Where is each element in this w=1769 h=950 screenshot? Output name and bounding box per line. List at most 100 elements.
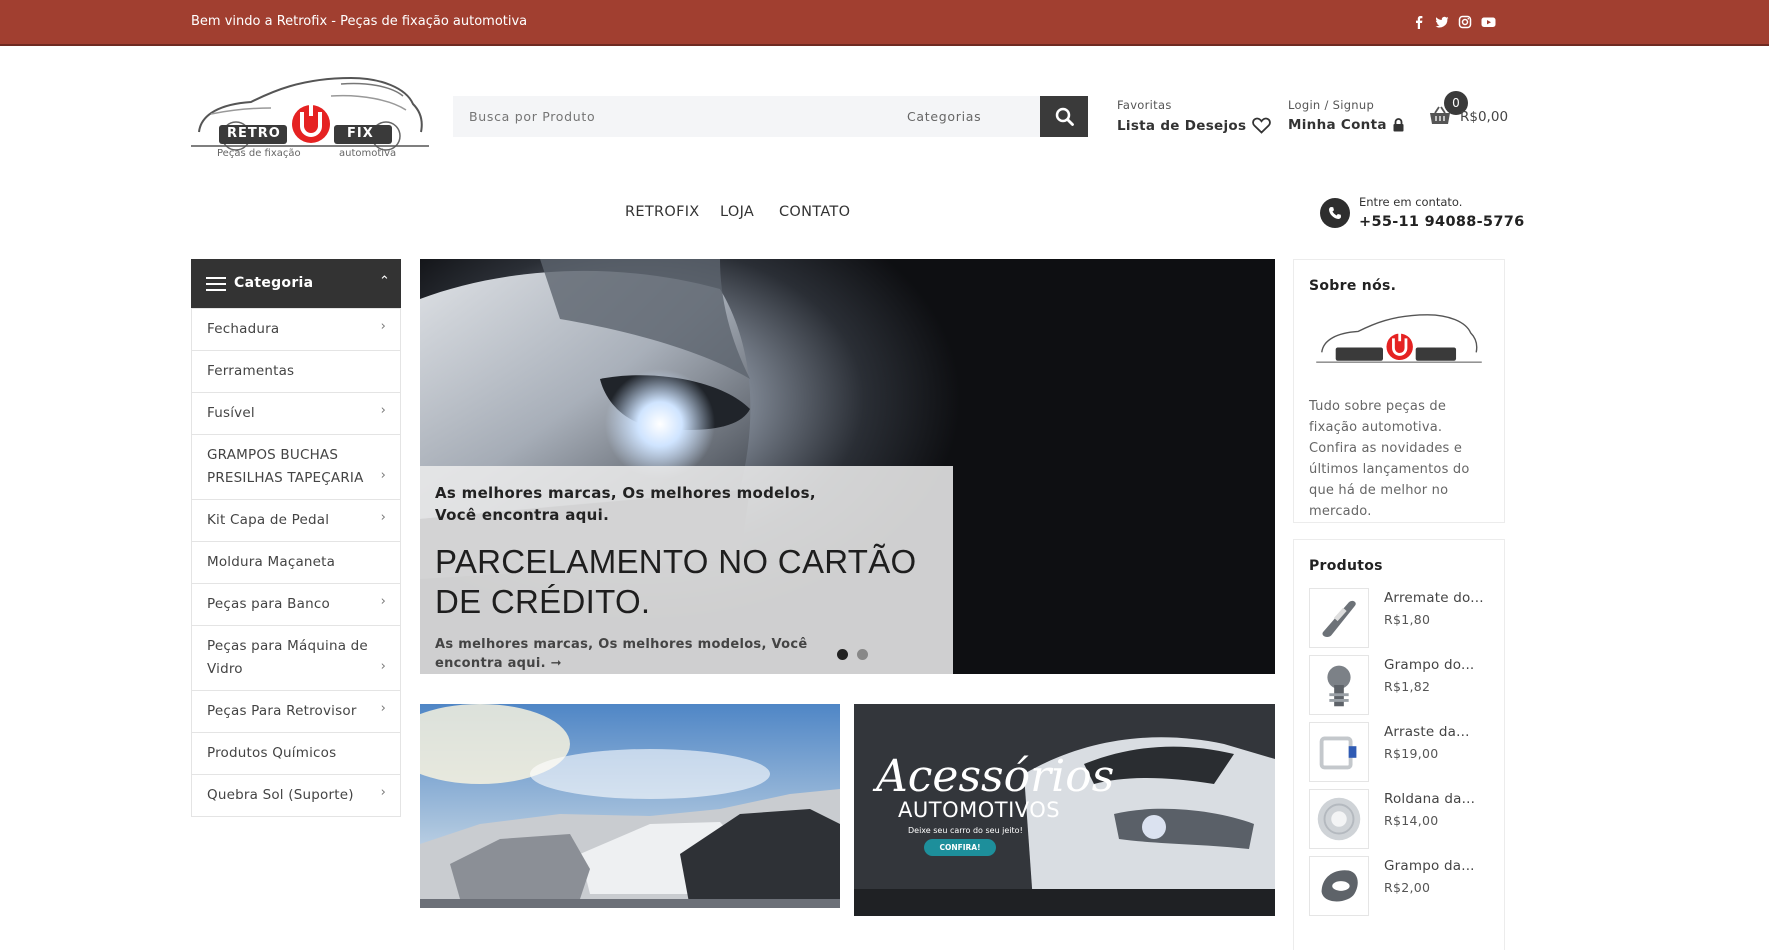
chevron-right-icon: › — [380, 510, 386, 525]
product-thumbnail[interactable] — [1309, 856, 1369, 916]
category-item-label: Produtos Químicos — [207, 745, 337, 761]
category-item[interactable]: Kit Capa de Pedal › — [192, 499, 400, 541]
category-item[interactable]: Peças Para Retrovisor › — [192, 690, 400, 732]
nav-item-loja[interactable]: LOJA — [720, 204, 754, 220]
banner2-title: AUTOMOTIVOS — [898, 798, 1061, 822]
category-item-label: GRAMPOS BUCHAS PRESILHAS TAPEÇARIA — [207, 447, 364, 486]
product-price: R$1,82 — [1384, 679, 1431, 694]
nav-item-contato[interactable]: CONTATO — [779, 204, 850, 220]
chevron-right-icon: › — [380, 468, 386, 483]
category-item[interactable]: Produtos Químicos — [192, 732, 400, 774]
product-thumbnail[interactable] — [1309, 655, 1369, 715]
slider-dot-1[interactable] — [837, 649, 848, 660]
logo-text-fix: FIX — [347, 126, 374, 141]
category-item-label: Quebra Sol (Suporte) — [207, 787, 354, 803]
category-title: Categoria — [234, 275, 314, 291]
category-item-label: Peças para Banco — [207, 596, 330, 612]
category-item-label: Fechadura — [207, 321, 280, 337]
product-price: R$1,80 — [1384, 612, 1431, 627]
hero-subtitle: As melhores marcas, Os melhores modelos,… — [435, 484, 816, 524]
site-logo[interactable]: RETRO FIX Peças de fixação automotiva — [191, 74, 429, 166]
about-widget: Sobre nós. Tudo sobre peças de fixação a… — [1293, 259, 1505, 523]
account-small-label: Login / Signup — [1288, 98, 1375, 112]
banner2-script: Acessórios — [876, 751, 1115, 802]
product-thumbnail[interactable] — [1309, 789, 1369, 849]
menu-icon — [206, 277, 226, 291]
product-name[interactable]: Grampo do... — [1384, 657, 1474, 673]
chevron-right-icon: › — [380, 785, 386, 800]
chevron-up-icon: ⌃ — [379, 274, 390, 289]
heart-icon — [1252, 117, 1272, 134]
wishlist-label: Lista de Desejos — [1117, 117, 1247, 134]
about-title: Sobre nós. — [1309, 278, 1397, 294]
slider-dot-2[interactable] — [857, 649, 868, 660]
category-item-label: Kit Capa de Pedal — [207, 512, 330, 528]
wishlist-small-label: Favoritas — [1117, 98, 1172, 112]
logo-tagline-right: automotiva — [339, 148, 397, 159]
product-thumbnail[interactable] — [1309, 588, 1369, 648]
category-item-label: Peças Para Retrovisor — [207, 703, 357, 719]
account-label: Minha Conta — [1288, 117, 1387, 133]
product-name[interactable]: Roldana da... — [1384, 791, 1475, 807]
products-widget: Produtos Arremate do... R$1,80 Grampo do..… — [1293, 539, 1505, 950]
product-price: R$19,00 — [1384, 746, 1439, 761]
product-name[interactable]: Arraste da... — [1384, 724, 1470, 740]
product-price: R$14,00 — [1384, 813, 1439, 828]
nav-item-retrofix[interactable]: RETROFIX — [625, 204, 700, 220]
top-bar: Bem vindo a Retrofix - Peças de fixação … — [0, 0, 1769, 46]
chevron-right-icon: › — [380, 403, 386, 418]
chevron-right-icon: › — [380, 319, 386, 334]
hero-link[interactable]: As melhores marcas, Os melhores modelos,… — [435, 635, 865, 673]
banner-accessories[interactable]: Acessórios AUTOMOTIVOS Deixe seu carro d… — [854, 704, 1275, 916]
logo-tagline-left: Peças de fixação — [217, 148, 301, 159]
category-item[interactable]: Fusível › — [192, 392, 400, 434]
account-link[interactable]: Login / Signup Minha Conta — [1288, 98, 1404, 133]
banner2-button[interactable]: CONFIRA! — [924, 839, 996, 856]
category-item-label: Fusível — [207, 405, 255, 421]
category-item[interactable]: Quebra Sol (Suporte) › — [192, 774, 400, 816]
youtube-icon[interactable] — [1481, 14, 1496, 28]
hero-title: PARCELAMENTO NO CARTÃO DE CRÉDITO. — [435, 543, 917, 620]
about-logo — [1316, 314, 1482, 363]
category-item-label: Peças para Máquina de Vidro — [207, 638, 368, 677]
chevron-right-icon: › — [380, 594, 386, 609]
chevron-right-icon: › — [380, 701, 386, 716]
facebook-icon[interactable] — [1412, 14, 1426, 29]
phone-icon — [1320, 198, 1350, 228]
lock-icon — [1393, 118, 1404, 132]
product-name[interactable]: Grampo da... — [1384, 858, 1475, 874]
product-thumbnail[interactable] — [1309, 722, 1369, 782]
product-price: R$2,00 — [1384, 880, 1431, 895]
banner2-sub: Deixe seu carro do seu jeito! — [908, 826, 1023, 835]
chevron-right-icon: › — [380, 659, 386, 674]
banner-cars[interactable] — [420, 704, 840, 908]
search-input[interactable] — [453, 96, 883, 137]
search-button[interactable] — [1040, 96, 1088, 137]
wishlist-link[interactable]: Favoritas Lista de Desejos — [1117, 98, 1272, 134]
contact-phone[interactable]: +55-11 94088-5776 — [1359, 214, 1525, 230]
product-name[interactable]: Arremate do... — [1384, 590, 1484, 606]
category-header[interactable]: Categoria ⌃ — [191, 259, 401, 308]
about-text: Tudo sobre peças de fixação automotiva. … — [1309, 399, 1470, 519]
products-title: Produtos — [1309, 558, 1383, 574]
category-item[interactable]: Peças para Máquina de Vidro › — [192, 625, 400, 690]
contact-label: Entre em contato. — [1359, 195, 1463, 209]
category-item[interactable]: Fechadura › — [192, 308, 400, 350]
category-item[interactable]: GRAMPOS BUCHAS PRESILHAS TAPEÇARIA › — [192, 434, 400, 499]
category-item[interactable]: Ferramentas — [192, 350, 400, 392]
welcome-text: Bem vindo a Retrofix - Peças de fixação … — [191, 14, 528, 29]
twitter-icon[interactable] — [1435, 14, 1449, 28]
banner-cars-image — [420, 704, 840, 908]
logo-text-retro: RETRO — [227, 126, 281, 141]
search-icon — [1055, 107, 1074, 126]
category-item[interactable]: Peças para Banco › — [192, 583, 400, 625]
cart-total: R$0,00 — [1460, 109, 1509, 125]
category-item-label: Moldura Maçaneta — [207, 554, 336, 570]
category-item[interactable]: Moldura Maçaneta — [192, 541, 400, 583]
search-category-select[interactable]: Categorias — [907, 109, 981, 124]
category-item-label: Ferramentas — [207, 363, 295, 379]
category-list: Fechadura › Ferramentas Fusível › GRAMPOS BUC… — [191, 308, 401, 817]
hero-caption: As melhores marcas, Os melhores modelos,… — [420, 466, 953, 674]
search-bar: Categorias — [453, 96, 1087, 137]
instagram-icon[interactable] — [1458, 14, 1472, 29]
